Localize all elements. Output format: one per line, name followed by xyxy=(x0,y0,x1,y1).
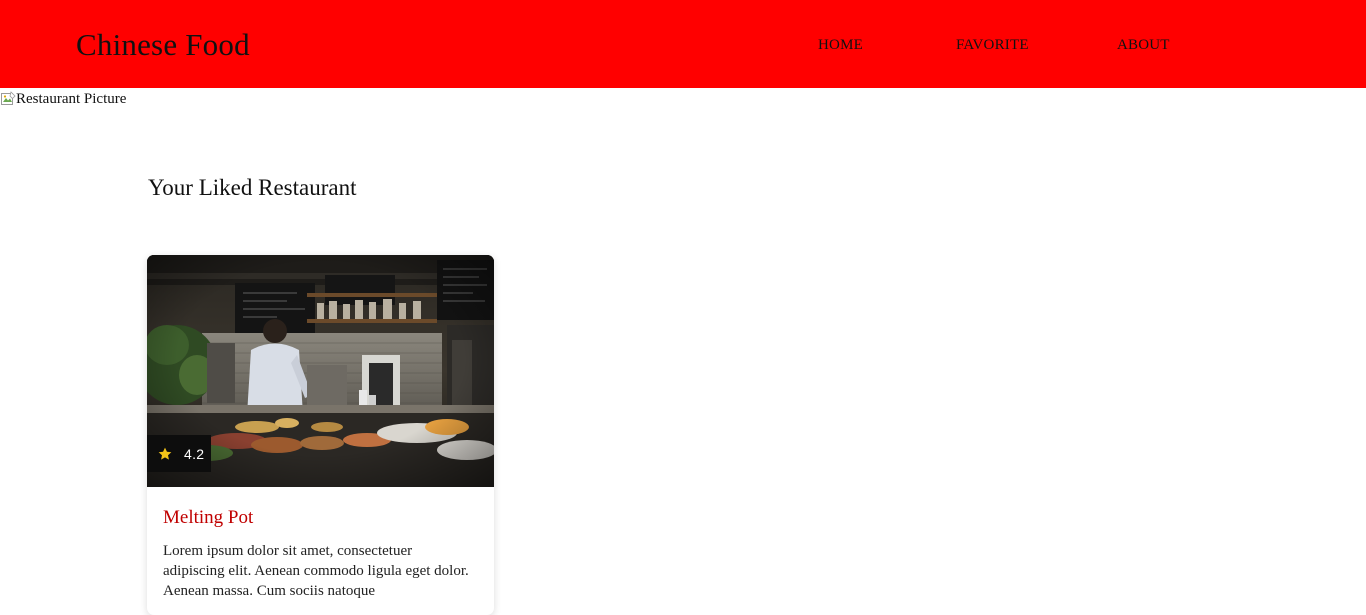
nav-favorite-link[interactable]: FAVORITE xyxy=(956,36,1029,54)
restaurant-description: Lorem ipsum dolor sit amet, consectetuer… xyxy=(163,543,469,599)
card-body: Melting Pot Lorem ipsum dolor sit amet, … xyxy=(163,505,483,601)
hero-image-broken: Restaurant Picture xyxy=(0,89,126,109)
brand-logo-text[interactable]: Chinese Food xyxy=(76,27,250,63)
restaurant-name-link[interactable]: Melting Pot xyxy=(163,505,483,531)
restaurant-photo[interactable]: 4.2 xyxy=(147,255,494,487)
section-title: Your Liked Restaurant xyxy=(148,175,357,200)
rating-value: 4.2 xyxy=(184,445,205,462)
hero-alt-text: Restaurant Picture xyxy=(16,90,127,107)
broken-image-icon xyxy=(0,91,16,107)
nav-about-link[interactable]: ABOUT xyxy=(1117,36,1170,54)
rating-badge: 4.2 xyxy=(147,435,211,472)
restaurant-card[interactable]: 4.2 Melting Pot Lorem ipsum dolor sit am… xyxy=(147,255,494,615)
nav-home-link[interactable]: HOME xyxy=(818,36,863,54)
star-icon xyxy=(158,447,172,460)
site-header: Chinese Food HOME FAVORITE ABOUT xyxy=(0,0,1366,88)
